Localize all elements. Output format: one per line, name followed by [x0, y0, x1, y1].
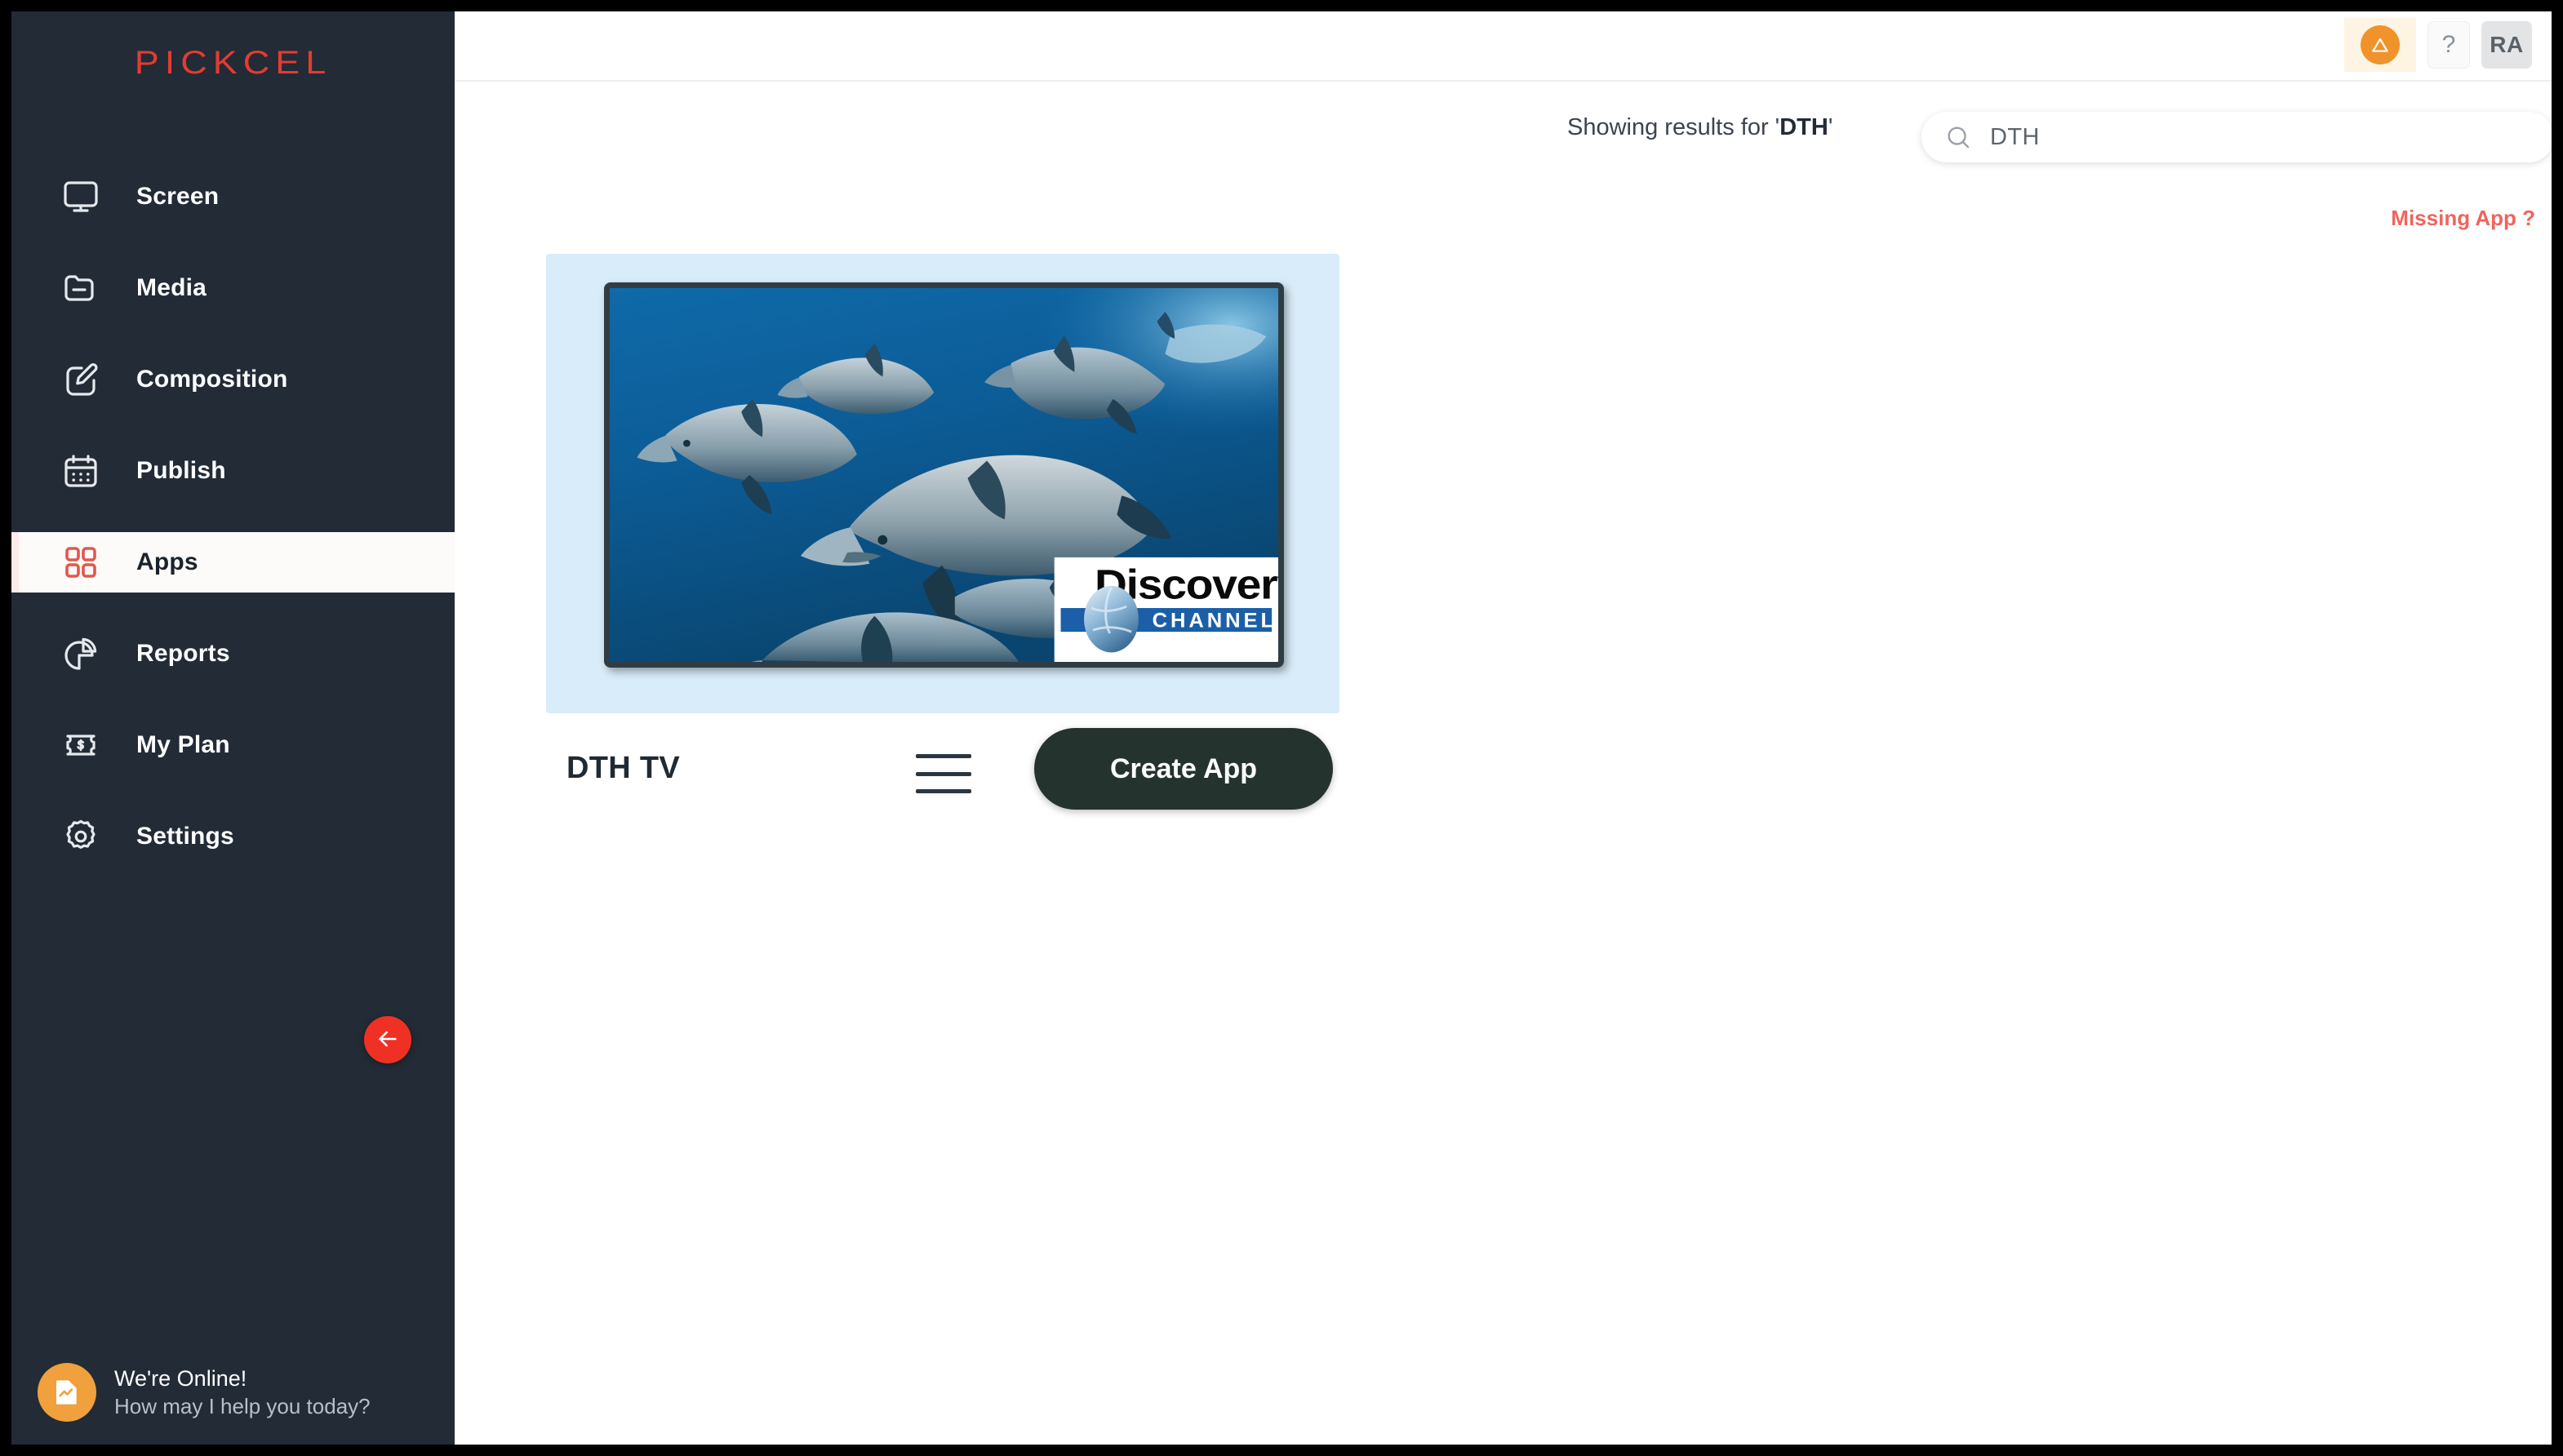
results-suffix: ' — [1828, 114, 1833, 140]
monitor-icon — [58, 174, 104, 220]
app-card-footer: DTH TV Create App — [566, 728, 1360, 818]
search-row: Showing results for 'DTH' DTH — [455, 82, 2552, 171]
sidebar-item-label: Reports — [136, 640, 230, 668]
search-input[interactable]: DTH — [1921, 112, 2552, 162]
topbar-actions: ? RA — [2344, 18, 2532, 72]
grid-apps-icon — [58, 539, 104, 585]
sidebar: PICKCEL Screen — [11, 11, 455, 1445]
create-app-button[interactable]: Create App — [1034, 728, 1333, 810]
arrow-left-icon — [375, 1026, 401, 1054]
sidebar-item-publish[interactable]: Publish — [11, 441, 455, 501]
top-bar: ? RA — [455, 11, 2552, 82]
results-query: DTH — [1779, 114, 1828, 140]
chat-widget-text: We're Online! How may I help you today? — [114, 1365, 371, 1421]
app-thumbnail-image: Discovery CHANNEL — [604, 282, 1284, 668]
app-card-thumbnail[interactable]: Discovery CHANNEL — [546, 254, 1339, 713]
sidebar-item-label: My Plan — [136, 731, 230, 759]
menu-line — [916, 789, 971, 793]
chat-prompt: How may I help you today? — [114, 1393, 371, 1421]
chat-document-icon — [38, 1363, 96, 1422]
sidebar-item-reports[interactable]: Reports — [11, 624, 455, 684]
menu-line — [916, 754, 971, 758]
warning-triangle-icon — [2361, 25, 2400, 64]
sidebar-item-label: Composition — [136, 366, 288, 393]
application-window: PICKCEL Screen — [11, 11, 2552, 1445]
sidebar-item-media[interactable]: Media — [11, 258, 455, 318]
sidebar-item-my-plan[interactable]: My Plan — [11, 715, 455, 775]
app-card-title: DTH TV — [566, 751, 680, 786]
sidebar-item-settings[interactable]: Settings — [11, 806, 455, 867]
help-button[interactable]: ? — [2428, 21, 2470, 69]
svg-text:CHANNEL: CHANNEL — [1153, 609, 1277, 632]
folder-minus-icon — [58, 265, 104, 311]
missing-app-link[interactable]: Missing App ? — [2391, 206, 2535, 231]
sidebar-item-label: Screen — [136, 183, 219, 211]
chat-status: We're Online! — [114, 1365, 371, 1393]
sidebar-item-label: Settings — [136, 823, 234, 850]
ticket-dollar-icon — [58, 722, 104, 768]
hamburger-menu-icon[interactable] — [916, 754, 971, 793]
screenshot-frame: PICKCEL Screen — [0, 0, 2563, 1456]
sidebar-item-label: Media — [136, 274, 207, 302]
warning-badge[interactable] — [2344, 18, 2416, 72]
discovery-channel-logo: Discovery CHANNEL — [1055, 557, 1278, 662]
sidebar-item-screen[interactable]: Screen — [11, 166, 455, 227]
sidebar-nav: Screen Media — [11, 166, 455, 898]
sidebar-item-label: Publish — [136, 457, 226, 485]
avatar[interactable]: RA — [2481, 21, 2532, 69]
sidebar-item-label: Apps — [136, 548, 198, 576]
pie-chart-icon — [58, 631, 104, 677]
sidebar-collapse-button[interactable] — [364, 1016, 411, 1063]
search-results-label: Showing results for 'DTH' — [1567, 114, 1832, 141]
menu-line — [916, 772, 971, 776]
edit-square-icon — [58, 357, 104, 402]
logo-text: PICKCEL — [135, 44, 332, 82]
app-logo[interactable]: PICKCEL — [11, 34, 455, 91]
sidebar-item-composition[interactable]: Composition — [11, 349, 455, 410]
gear-icon — [58, 814, 104, 859]
calendar-icon — [58, 448, 104, 494]
search-input-value: DTH — [1990, 124, 2040, 151]
search-icon — [1944, 123, 1972, 151]
chat-widget[interactable]: We're Online! How may I help you today? — [11, 1340, 455, 1445]
sidebar-item-apps[interactable]: Apps — [11, 532, 455, 593]
results-prefix: Showing results for ' — [1567, 114, 1779, 140]
